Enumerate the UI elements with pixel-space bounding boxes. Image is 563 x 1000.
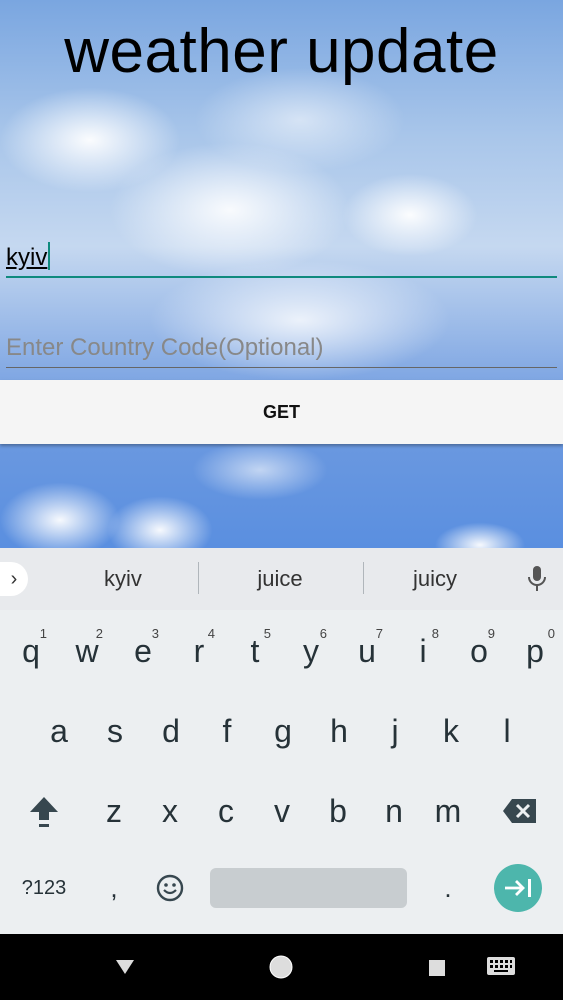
key-label: u bbox=[358, 632, 376, 669]
key-f[interactable]: f bbox=[199, 696, 255, 766]
key-label: r bbox=[193, 632, 205, 669]
key-number: 1 bbox=[39, 626, 47, 641]
suggestion-item[interactable]: juicy bbox=[360, 548, 510, 610]
key-label: q bbox=[22, 632, 40, 669]
key-o[interactable]: o9 bbox=[451, 616, 507, 686]
key-y[interactable]: y6 bbox=[283, 616, 339, 686]
backspace-icon bbox=[503, 799, 536, 823]
key-t[interactable]: t5 bbox=[227, 616, 283, 686]
key-l[interactable]: l bbox=[479, 696, 535, 766]
key-s[interactable]: s bbox=[87, 696, 143, 766]
key-p[interactable]: p0 bbox=[507, 616, 563, 686]
key-a[interactable]: a bbox=[31, 696, 87, 766]
key-i[interactable]: i8 bbox=[395, 616, 451, 686]
key-d[interactable]: d bbox=[143, 696, 199, 766]
key-number: 3 bbox=[151, 626, 159, 641]
country-code-input[interactable]: Enter Country Code(Optional) bbox=[6, 334, 557, 368]
text-caret bbox=[48, 242, 51, 270]
key-number: 6 bbox=[319, 626, 327, 641]
backspace-key[interactable] bbox=[490, 776, 550, 846]
key-number: 9 bbox=[487, 626, 495, 641]
suggestion-bar: › kyiv juice juicy bbox=[0, 548, 563, 610]
shift-key[interactable] bbox=[14, 776, 74, 846]
key-label: i bbox=[419, 632, 427, 669]
key-c[interactable]: c bbox=[198, 776, 254, 846]
key-label: t bbox=[250, 632, 260, 669]
key-r[interactable]: r4 bbox=[171, 616, 227, 686]
emoji-key[interactable] bbox=[144, 856, 196, 920]
period-key[interactable]: . bbox=[422, 856, 474, 920]
key-label: p bbox=[526, 632, 544, 669]
key-number: 8 bbox=[431, 626, 439, 641]
key-g[interactable]: g bbox=[255, 696, 311, 766]
key-n[interactable]: n bbox=[366, 776, 422, 846]
key-h[interactable]: h bbox=[311, 696, 367, 766]
key-label: e bbox=[134, 632, 152, 669]
key-e[interactable]: e3 bbox=[115, 616, 171, 686]
get-button[interactable]: GET bbox=[0, 380, 563, 444]
chevron-right-icon[interactable]: › bbox=[0, 562, 28, 596]
key-z[interactable]: z bbox=[86, 776, 142, 846]
key-q[interactable]: q1 bbox=[3, 616, 59, 686]
app-title: weather update bbox=[64, 17, 499, 86]
recents-icon[interactable] bbox=[428, 959, 446, 977]
key-number: 4 bbox=[207, 626, 215, 641]
shift-icon bbox=[30, 797, 58, 827]
soft-keyboard: › kyiv juice juicy q1 w2 e3 r4 t5 y6 u7 … bbox=[0, 548, 563, 934]
key-b[interactable]: b bbox=[310, 776, 366, 846]
navigation-bar bbox=[0, 934, 563, 1000]
enter-key[interactable] bbox=[494, 864, 542, 912]
key-j[interactable]: j bbox=[367, 696, 423, 766]
keyboard-switch-icon[interactable] bbox=[486, 956, 516, 978]
key-m[interactable]: m bbox=[420, 776, 476, 846]
city-input-value: kyiv bbox=[6, 244, 48, 271]
key-u[interactable]: u7 bbox=[339, 616, 395, 686]
comma-key[interactable]: , bbox=[88, 856, 140, 920]
key-number: 2 bbox=[95, 626, 103, 641]
mic-icon[interactable] bbox=[524, 564, 550, 594]
home-icon[interactable] bbox=[268, 954, 294, 980]
back-icon[interactable] bbox=[114, 958, 136, 976]
suggestion-item[interactable]: juice bbox=[205, 548, 355, 610]
enter-next-icon bbox=[505, 879, 531, 897]
city-input[interactable]: kyiv bbox=[6, 242, 557, 278]
key-w[interactable]: w2 bbox=[59, 616, 115, 686]
key-label: y bbox=[303, 632, 319, 669]
key-v[interactable]: v bbox=[254, 776, 310, 846]
suggestion-item[interactable]: kyiv bbox=[48, 548, 198, 610]
space-bar[interactable] bbox=[210, 868, 407, 908]
weather-app-screen: weather update kyiv Enter Country Code(O… bbox=[0, 0, 563, 548]
suggestion-divider bbox=[198, 562, 199, 594]
key-number: 5 bbox=[263, 626, 271, 641]
key-x[interactable]: x bbox=[142, 776, 198, 846]
key-number: 7 bbox=[375, 626, 383, 641]
symbols-key[interactable]: ?123 bbox=[6, 856, 82, 920]
key-k[interactable]: k bbox=[423, 696, 479, 766]
emoji-icon bbox=[156, 874, 184, 902]
key-label: o bbox=[470, 632, 488, 669]
key-number: 0 bbox=[547, 626, 555, 641]
